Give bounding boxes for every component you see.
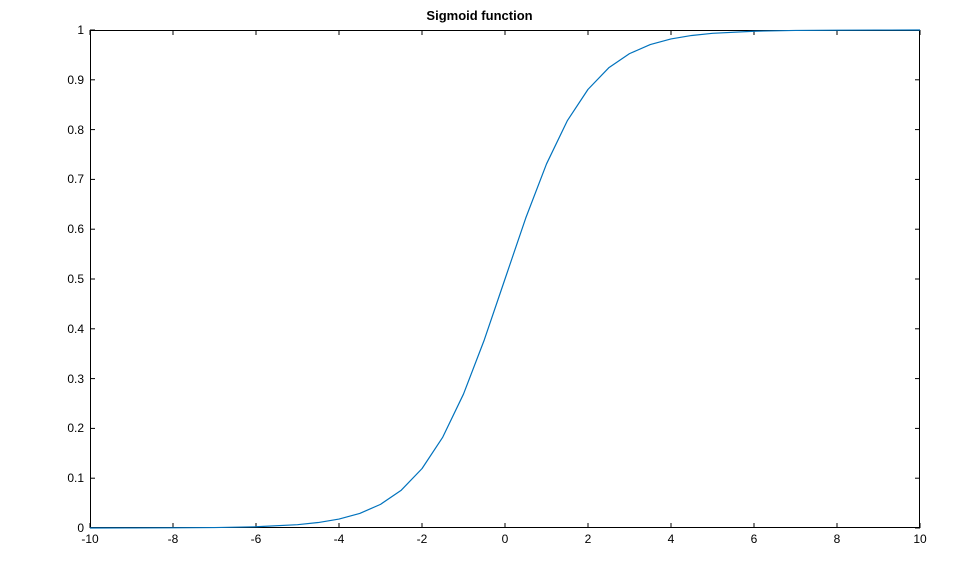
y-tick-label: 0.2 bbox=[67, 421, 84, 435]
x-tick-label: 10 bbox=[913, 532, 926, 546]
y-tick-label: 0.3 bbox=[67, 372, 84, 386]
x-tick-label: 2 bbox=[585, 532, 592, 546]
chart-title: Sigmoid function bbox=[0, 8, 959, 23]
chart-figure: Sigmoid function -10-8-6-4-2024681000.10… bbox=[0, 0, 959, 577]
x-tick-label: 8 bbox=[834, 532, 841, 546]
y-tick-label: 0 bbox=[77, 521, 84, 535]
y-tick-label: 0.4 bbox=[67, 322, 84, 336]
series-line bbox=[90, 30, 920, 528]
x-tick-label: -6 bbox=[251, 532, 262, 546]
chart-axes: -10-8-6-4-2024681000.10.20.30.40.50.60.7… bbox=[90, 30, 920, 528]
y-tick-label: 0.9 bbox=[67, 73, 84, 87]
x-tick-label: 0 bbox=[502, 532, 509, 546]
y-tick-label: 0.1 bbox=[67, 471, 84, 485]
y-tick-label: 0.5 bbox=[67, 272, 84, 286]
y-tick-label: 0.6 bbox=[67, 222, 84, 236]
x-tick-label: -2 bbox=[417, 532, 428, 546]
x-tick-label: 4 bbox=[668, 532, 675, 546]
x-tick-label: 6 bbox=[751, 532, 758, 546]
chart-svg bbox=[90, 30, 920, 528]
x-tick-label: -8 bbox=[168, 532, 179, 546]
y-tick-label: 0.8 bbox=[67, 123, 84, 137]
y-tick-label: 0.7 bbox=[67, 172, 84, 186]
y-tick-label: 1 bbox=[77, 23, 84, 37]
x-tick-label: -4 bbox=[334, 532, 345, 546]
